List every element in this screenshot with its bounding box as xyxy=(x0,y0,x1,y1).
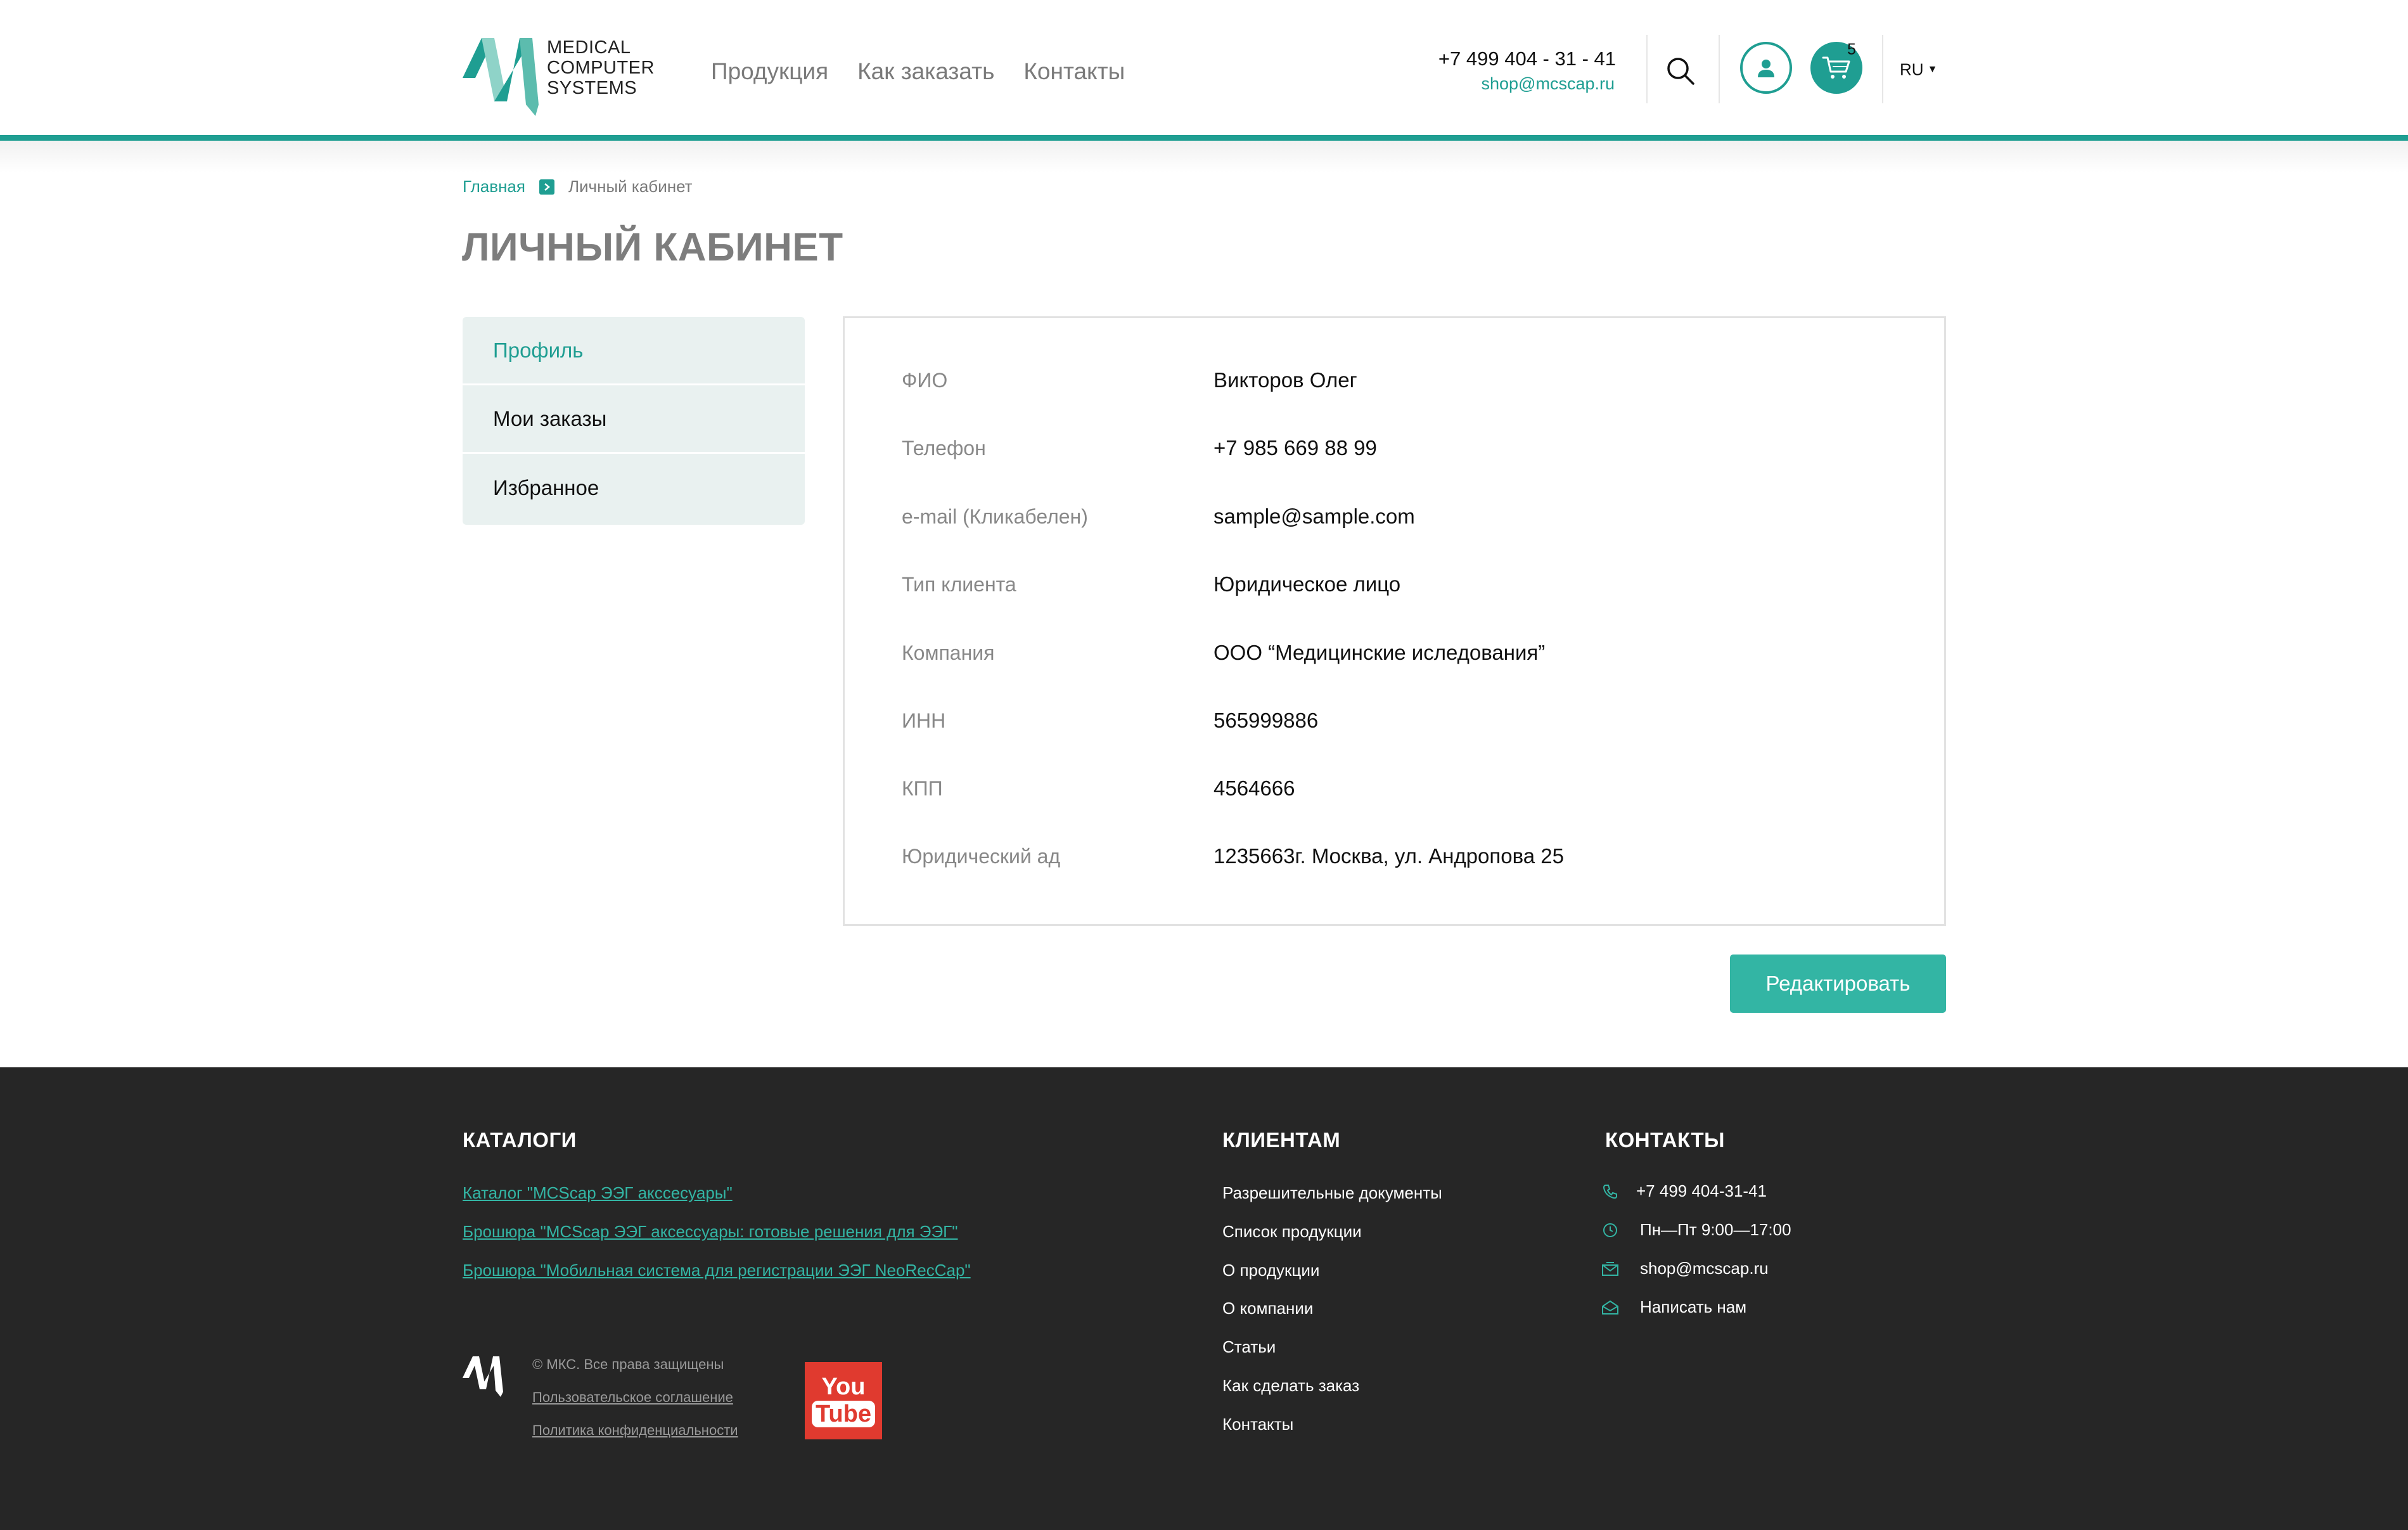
mail-open-icon xyxy=(1601,1298,1620,1317)
field-label: Юридический ад xyxy=(902,844,1061,868)
footer-catalog-link[interactable]: Каталог "MCScap ЭЭГ акссесуары" xyxy=(463,1183,733,1203)
main-nav: Продукция Как заказать Контакты xyxy=(711,58,1125,85)
footer-heading-contacts: КОНТАКТЫ xyxy=(1605,1128,1725,1152)
profile-row-inn: ИНН 565999886 xyxy=(902,705,1318,736)
profile-row-kpp: КПП 4564666 xyxy=(902,773,1295,804)
page-title: ЛИЧНЫЙ КАБИНЕТ xyxy=(462,226,843,269)
profile-row-phone: Телефон +7 985 669 88 99 xyxy=(902,432,1377,464)
youtube-icon[interactable]: You Tube xyxy=(805,1362,882,1439)
divider xyxy=(1719,35,1720,103)
footer-client-link[interactable]: Разрешительные документы xyxy=(1222,1183,1442,1203)
footer-legal-link[interactable]: Политика конфиденциальности xyxy=(532,1422,738,1439)
caret-down-icon: ▼ xyxy=(1927,64,1938,75)
account-button[interactable] xyxy=(1740,42,1792,94)
breadcrumb: Главная Личный кабинет xyxy=(463,177,693,196)
footer-client-link[interactable]: Статьи xyxy=(1222,1337,1276,1357)
account-side-menu: Профиль Мои заказы Избранное xyxy=(463,317,805,525)
nav-item-products[interactable]: Продукция xyxy=(711,58,828,85)
divider xyxy=(1646,35,1648,103)
footer-heading-catalogs: КАТАЛОГИ xyxy=(463,1128,577,1152)
profile-row-email: e-mail (Кликабелен) sample@sample.com xyxy=(902,501,1415,532)
logo-line: COMPUTER xyxy=(547,58,655,78)
logo-line: MEDICAL xyxy=(547,37,631,58)
profile-row-company: Компания ООО “Медицинские иследования” xyxy=(902,637,1545,669)
logo-mark-icon xyxy=(463,38,539,116)
footer-client-link[interactable]: Как сделать заказ xyxy=(1222,1376,1359,1396)
profile-row-client-type: Тип клиента Юридическое лицо xyxy=(902,569,1400,600)
field-value: Юридическое лицо xyxy=(1214,572,1401,596)
footer-catalog-link[interactable]: Брошюра "Мобильная система для регистрац… xyxy=(463,1261,971,1280)
side-menu-item-profile[interactable]: Профиль xyxy=(463,317,805,385)
chevron-right-icon xyxy=(539,179,554,195)
footer-client-link[interactable]: О компании xyxy=(1222,1299,1313,1318)
youtube-tube: Tube xyxy=(812,1401,875,1427)
logo-text: MEDICAL COMPUTER SYSTEMS xyxy=(547,37,655,98)
site-footer: КАТАЛОГИ Каталог "MCScap ЭЭГ акссесуары"… xyxy=(0,1067,2408,1530)
footer-client-link[interactable]: Список продукции xyxy=(1222,1222,1362,1242)
field-label: КПП xyxy=(902,776,943,800)
footer-client-link[interactable]: О продукции xyxy=(1222,1261,1319,1280)
contact-text: +7 499 404-31-41 xyxy=(1636,1181,1767,1200)
field-value: 4564666 xyxy=(1214,776,1295,800)
footer-contact-hours: Пн—Пт 9:00—17:00 xyxy=(1601,1220,1791,1240)
field-value: 565999886 xyxy=(1214,709,1319,732)
field-label: ФИО xyxy=(902,368,948,392)
field-value: 1235663г. Москва, ул. Андропова 25 xyxy=(1214,844,1564,868)
header-accent-line xyxy=(0,135,2408,141)
site-header: MEDICAL COMPUTER SYSTEMS Продукция Как з… xyxy=(0,0,2408,141)
side-menu-item-favorites[interactable]: Избранное xyxy=(463,454,805,522)
footer-client-link[interactable]: Контакты xyxy=(1222,1415,1293,1434)
field-label: Телефон xyxy=(902,436,986,460)
nav-item-how-to-order[interactable]: Как заказать xyxy=(857,58,994,85)
header-email[interactable]: shop@mcscap.ru xyxy=(1482,74,1615,94)
side-menu-item-orders[interactable]: Мои заказы xyxy=(463,385,805,454)
company-logo[interactable]: MEDICAL COMPUTER SYSTEMS xyxy=(463,35,665,117)
mail-icon xyxy=(1601,1259,1620,1278)
cart-icon xyxy=(1822,56,1850,79)
breadcrumb-home[interactable]: Главная xyxy=(463,177,525,196)
clock-icon xyxy=(1601,1221,1620,1240)
breadcrumb-current: Личный кабинет xyxy=(568,177,693,196)
divider xyxy=(1882,35,1883,103)
email-link[interactable]: sample@sample.com xyxy=(1214,505,1415,529)
footer-contact-email[interactable]: shop@mcscap.ru xyxy=(1601,1259,1769,1278)
field-value: +7 985 669 88 99 xyxy=(1214,436,1377,460)
footer-contact-write-us[interactable]: Написать нам xyxy=(1601,1297,1746,1317)
footer-logo[interactable] xyxy=(463,1355,504,1397)
field-label: Тип клиента xyxy=(902,572,1016,596)
contact-text: Написать нам xyxy=(1640,1297,1747,1316)
language-label: RU xyxy=(1900,60,1924,79)
profile-card: ФИО Викторов Олег Телефон +7 985 669 88 … xyxy=(843,316,1946,926)
cart-count-badge: 5 xyxy=(1847,41,1856,58)
field-label: e-mail (Кликабелен) xyxy=(902,505,1088,528)
logo-line: SYSTEMS xyxy=(547,78,637,98)
user-icon xyxy=(1758,60,1774,77)
footer-catalog-link[interactable]: Брошюра "MCScap ЭЭГ аксессуары: готовые … xyxy=(463,1222,957,1242)
footer-contact-phone[interactable]: +7 499 404-31-41 xyxy=(1601,1181,1767,1201)
contact-text: Пн—Пт 9:00—17:00 xyxy=(1640,1220,1791,1239)
profile-row-legal-address: Юридический ад 1235663г. Москва, ул. Анд… xyxy=(902,840,1564,872)
phone-icon xyxy=(1601,1182,1620,1201)
contact-text: shop@mcscap.ru xyxy=(1640,1259,1769,1278)
profile-row-name: ФИО Викторов Олег xyxy=(902,364,1357,396)
header-shadow xyxy=(0,141,2408,172)
youtube-you: You xyxy=(821,1373,866,1400)
language-selector[interactable]: RU ▼ xyxy=(1900,59,1937,80)
header-phone[interactable]: +7 499 404 - 31 - 41 xyxy=(1438,48,1616,70)
footer-heading-clients: КЛИЕНТАМ xyxy=(1222,1128,1341,1152)
footer-copyright: © МКС. Все права защищены xyxy=(532,1356,724,1372)
field-label: ИНН xyxy=(902,709,946,732)
nav-item-contacts[interactable]: Контакты xyxy=(1023,58,1125,85)
edit-profile-button[interactable]: Редактировать xyxy=(1730,955,1946,1013)
field-value: Викторов Олег xyxy=(1214,368,1357,392)
logo-mark-icon xyxy=(463,1356,503,1397)
footer-legal-link[interactable]: Пользовательское соглашение xyxy=(532,1389,733,1406)
field-label: Компания xyxy=(902,641,995,664)
search-icon[interactable] xyxy=(1665,56,1696,86)
field-value: ООО “Медицинские иследования” xyxy=(1214,641,1546,664)
